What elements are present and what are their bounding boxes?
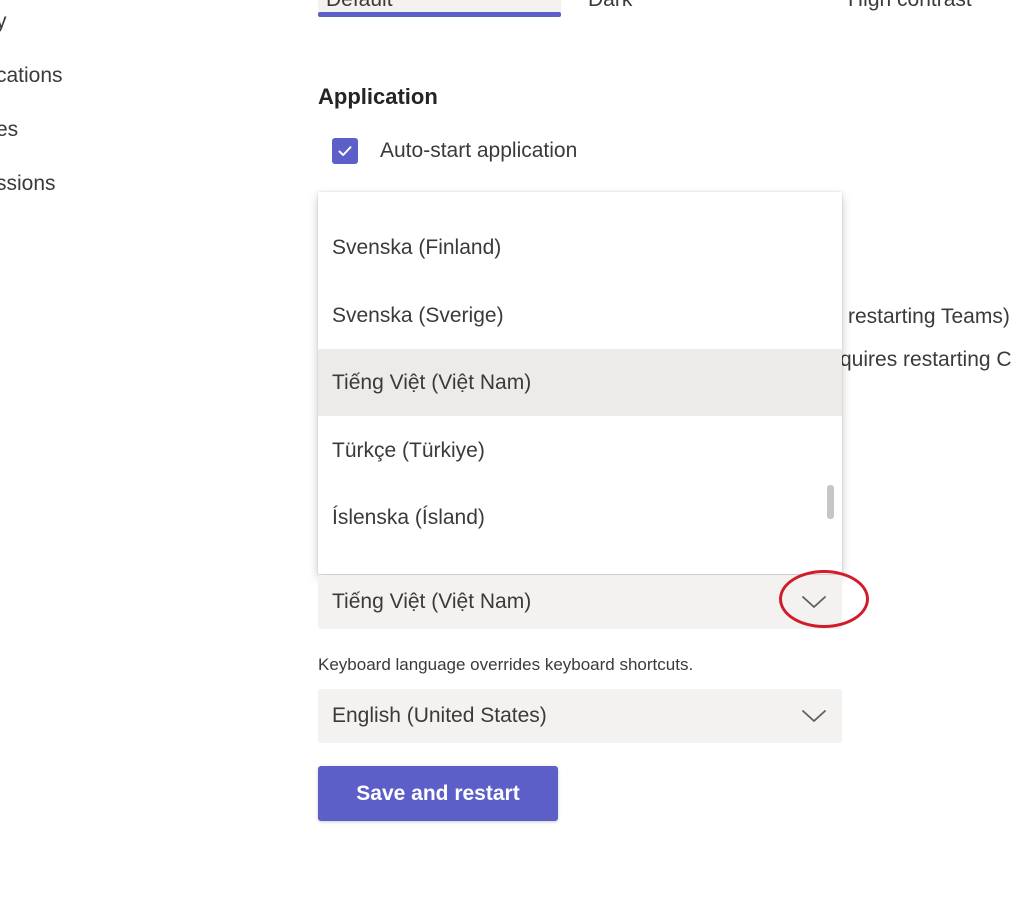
language-option-islenska[interactable]: Íslenska (Ísland)	[318, 484, 842, 551]
chevron-down-icon[interactable]	[800, 706, 828, 726]
sidebar-item-devices[interactable]: es	[0, 118, 18, 142]
language-note-text: restarting Teams)	[848, 305, 1010, 328]
theme-default-label: Default	[326, 0, 393, 12]
checkmark-icon	[338, 146, 352, 156]
sidebar-item-privacy[interactable]: y	[0, 10, 7, 34]
sidebar-item-notifications[interactable]: cations	[0, 64, 63, 88]
language-option-svenska-finland[interactable]: Svenska (Finland)	[318, 214, 842, 281]
theme-high-contrast-label[interactable]: High contrast	[848, 0, 972, 12]
language-option-turkce[interactable]: Türkçe (Türkiye)	[318, 417, 842, 484]
keyboard-note-text: quires restarting C	[840, 348, 1012, 371]
language-option-tieng-viet[interactable]: Tiếng Việt (Việt Nam)	[318, 349, 842, 416]
theme-dark-label[interactable]: Dark	[588, 0, 632, 12]
settings-sidebar: y cations es ssions	[0, 0, 200, 907]
app-language-select[interactable]: Tiếng Việt (Việt Nam)	[318, 575, 842, 629]
theme-default-selected-indicator	[318, 12, 561, 17]
auto-start-label: Auto-start application	[380, 139, 578, 162]
annotation-circle	[779, 570, 869, 628]
keyboard-language-select[interactable]: English (United States)	[318, 689, 842, 743]
app-language-value: Tiếng Việt (Việt Nam)	[332, 590, 532, 613]
save-and-restart-button[interactable]: Save and restart	[318, 766, 558, 821]
language-option-svenska-sverige[interactable]: Svenska (Sverige)	[318, 282, 842, 349]
auto-start-checkbox[interactable]	[332, 138, 358, 164]
auto-start-checkbox-row[interactable]: Auto-start application	[332, 138, 577, 164]
keyboard-helper-text: Keyboard language overrides keyboard sho…	[318, 655, 694, 674]
dropdown-scrollbar-thumb[interactable]	[827, 485, 834, 519]
sidebar-item-permissions[interactable]: ssions	[0, 172, 56, 196]
language-dropdown-list[interactable]: Svenska (Finland) Svenska (Sverige) Tiến…	[318, 192, 842, 574]
keyboard-language-value: English (United States)	[332, 704, 547, 727]
application-heading: Application	[318, 84, 438, 109]
